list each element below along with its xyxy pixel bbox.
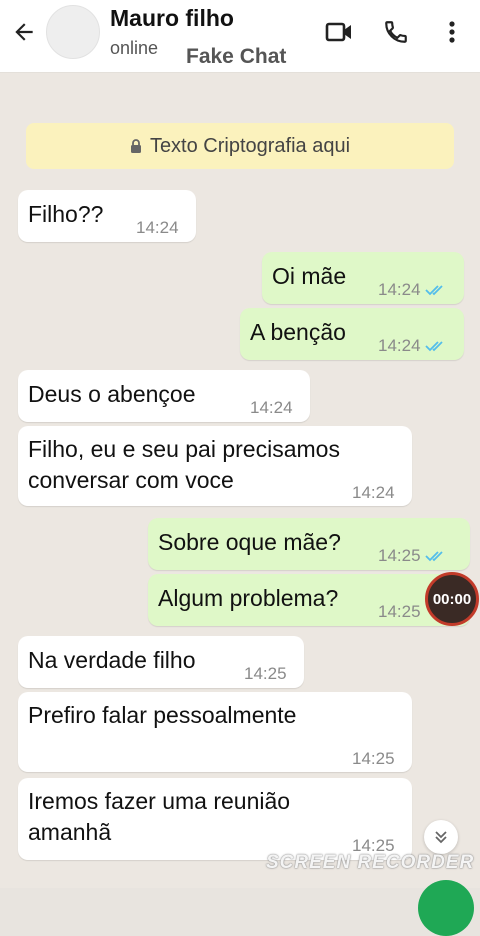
message-text: Sobre oque mãe? [158,529,341,555]
message-text: Algum problema? [158,585,339,611]
screen-recorder-timer[interactable]: 00:00 [425,572,479,626]
double-chevron-down-icon[interactable] [424,820,458,854]
message-incoming[interactable]: Filho, eu e seu pai precisamos conversar… [18,426,412,506]
contact-name[interactable]: Mauro filho [110,5,234,32]
floating-action-button[interactable] [418,880,474,936]
message-incoming[interactable]: Filho?? 14:24 [18,190,196,242]
message-incoming[interactable]: Deus o abençoe 14:24 [18,370,310,422]
message-time: 14:25 [244,664,287,683]
message-text: Prefiro falar pessoalmente [28,702,297,728]
message-text: Deus o abençoe [28,381,196,407]
message-time: 14:25 [352,749,395,768]
notice-text: Texto Criptografia aqui [149,134,351,157]
read-ticks-icon [424,550,443,561]
message-incoming[interactable]: Iremos fazer uma reunião amanhã 14:25 [18,778,412,860]
message-outgoing[interactable]: Sobre oque mãe? 14:25 [148,518,470,570]
message-time: 14:24 [378,274,445,305]
arrow-left-icon[interactable] [8,16,40,48]
encryption-notice[interactable]: Texto Criptografia aqui [26,123,454,169]
phone-icon[interactable] [380,16,412,48]
message-time: 14:24 [136,218,179,237]
contact-status: online [110,38,159,58]
message-text: Na verdade filho [28,647,196,673]
message-incoming[interactable]: Na verdade filho 14:25 [18,636,304,688]
message-outgoing[interactable]: A benção 14:24 [240,308,464,360]
more-vertical-icon[interactable] [436,16,468,48]
message-outgoing[interactable]: Oi mãe 14:24 [262,252,464,304]
message-time: 14:24 [352,483,395,502]
read-ticks-icon [424,340,443,351]
message-time: 14:25 [378,602,421,621]
message-text-line: conversar com voce [28,467,234,493]
lock-icon [130,139,141,153]
screen-recorder-watermark: SCREEN RECORDER [266,852,475,873]
chat-header: Mauro filho online Fake Chat [0,0,480,73]
message-text: Filho?? [28,201,104,227]
message-incoming[interactable]: Prefiro falar pessoalmente 14:25 [18,692,412,772]
message-text-line: Filho, eu e seu pai precisamos [28,436,340,462]
message-time: 14:24 [378,330,445,361]
recorder-timer-text: 00:00 [432,590,472,608]
message-time: 14:24 [250,398,293,417]
message-text-line: Iremos fazer uma reunião [28,788,291,814]
message-time: 14:25 [378,540,445,571]
video-camera-icon[interactable] [323,16,355,48]
read-ticks-icon [424,284,443,295]
fake-chat-watermark: Fake Chat [186,45,287,68]
message-text-line: amanhã [28,819,112,845]
message-text: A benção [250,319,346,345]
avatar[interactable] [46,5,100,59]
message-outgoing[interactable]: Algum problema? 14:25 [148,574,470,626]
message-text: Oi mãe [272,263,347,289]
